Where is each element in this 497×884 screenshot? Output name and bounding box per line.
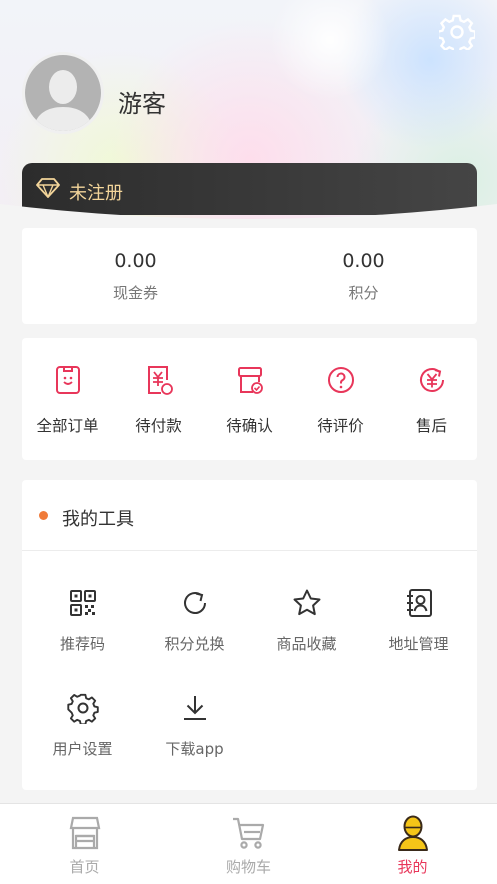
settings-button[interactable]: [436, 14, 477, 55]
tab-profile[interactable]: 我的: [330, 804, 495, 884]
tab-profile-label: 我的: [397, 858, 428, 876]
assets-card: 0.00 现金券 0.00 积分: [22, 228, 477, 324]
bottom-tab-bar: 首页 购物车 我的: [0, 803, 497, 884]
all-orders-label: 全部订单: [36, 417, 99, 435]
pending-confirm-label: 待确认: [226, 417, 273, 435]
username: 游客: [118, 90, 166, 118]
orders-card: 全部订单 待付款 待确认 待评价 售后: [22, 338, 477, 460]
pending-confirm-button[interactable]: 待确认: [204, 364, 295, 444]
tab-home[interactable]: 首页: [2, 804, 167, 884]
gear-icon: [436, 14, 477, 55]
avatar[interactable]: [22, 52, 104, 134]
tools-header: 我的工具: [22, 480, 477, 551]
pending-review-button[interactable]: 待评价: [295, 364, 386, 444]
cart-icon: [232, 817, 264, 849]
user-settings-button[interactable]: 用户设置: [26, 692, 139, 772]
favorites-button[interactable]: 商品收藏: [250, 587, 363, 667]
cash-coupon-value: 0.00: [114, 250, 157, 272]
points-stat[interactable]: 0.00 积分: [250, 228, 477, 324]
tools-title: 我的工具: [62, 509, 134, 530]
shop-icon: [69, 816, 100, 850]
section-dot: [39, 511, 48, 520]
refresh-icon: [183, 592, 206, 614]
gear-icon: [66, 693, 99, 724]
points-label: 积分: [348, 284, 379, 302]
profile-header: 游客 未注册: [0, 0, 497, 232]
points-value: 0.00: [342, 250, 385, 272]
order-list-icon: [55, 366, 80, 394]
pending-review-icon: [327, 367, 354, 393]
pending-payment-icon: [147, 366, 173, 395]
default-avatar-icon: [25, 55, 101, 131]
tab-home-label: 首页: [69, 858, 100, 876]
referral-code-label: 推荐码: [59, 635, 105, 653]
address-management-label: 地址管理: [388, 635, 449, 653]
referral-code-button[interactable]: 推荐码: [26, 587, 139, 667]
pending-payment-button[interactable]: 待付款: [113, 364, 204, 444]
tools-card: 我的工具 推荐码 积分兑换 商品收藏 地址管理 用户设置 下载app: [22, 480, 477, 790]
star-icon: [293, 589, 320, 616]
after-sales-icon: [419, 368, 444, 392]
after-sales-label: 售后: [415, 417, 447, 435]
favorites-label: 商品收藏: [276, 635, 337, 653]
pending-review-label: 待评价: [317, 417, 364, 435]
download-app-button[interactable]: 下载app: [138, 692, 251, 772]
after-sales-button[interactable]: 售后: [386, 364, 477, 444]
pending-confirm-icon: [237, 367, 263, 394]
pending-payment-label: 待付款: [135, 417, 182, 435]
cash-coupon-stat[interactable]: 0.00 现金券: [22, 228, 249, 324]
points-exchange-label: 积分兑换: [164, 635, 225, 653]
tab-cart-label: 购物车: [225, 858, 271, 876]
user-settings-label: 用户设置: [52, 740, 113, 758]
points-exchange-button[interactable]: 积分兑换: [138, 587, 251, 667]
cash-coupon-label: 现金券: [112, 284, 158, 302]
address-book-icon: [406, 589, 432, 617]
all-orders-button[interactable]: 全部订单: [22, 364, 113, 444]
qr-code-icon: [69, 590, 96, 616]
tab-cart[interactable]: 购物车: [166, 804, 331, 884]
user-icon: [397, 815, 428, 851]
download-icon: [183, 696, 206, 720]
address-management-button[interactable]: 地址管理: [362, 587, 475, 667]
download-app-label: 下载app: [165, 740, 224, 758]
diamond-icon: [36, 178, 60, 198]
